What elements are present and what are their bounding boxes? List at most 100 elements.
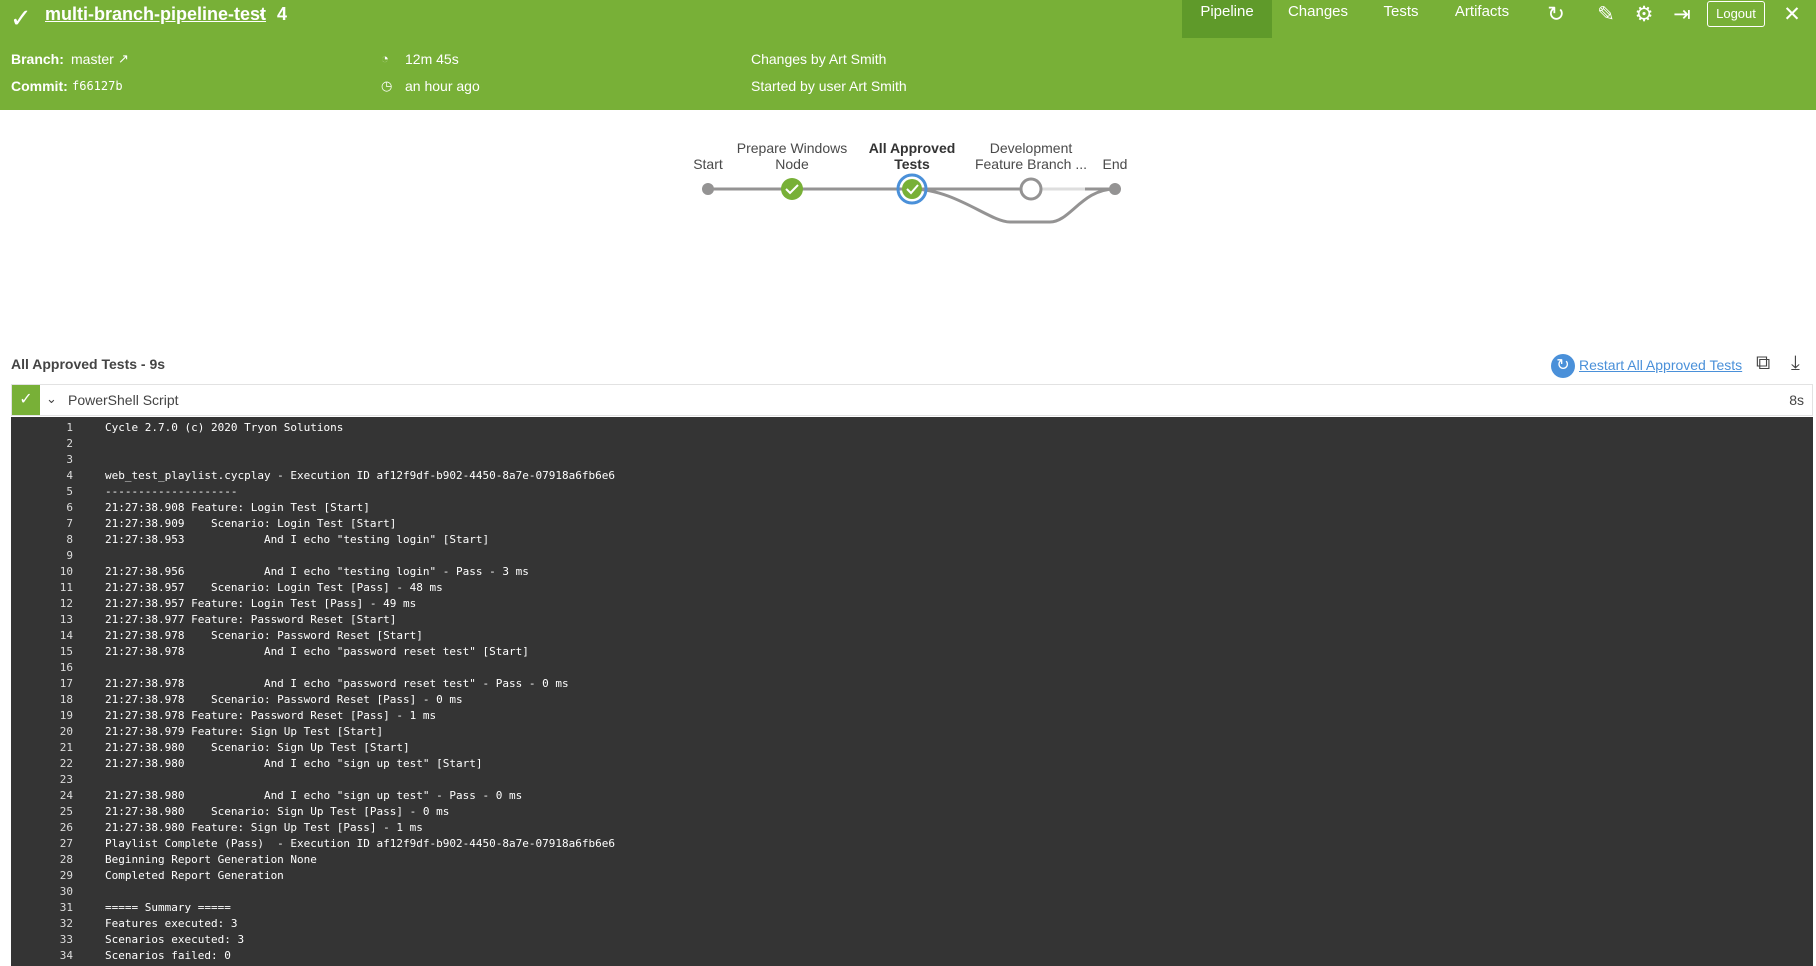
branch-value: master — [71, 51, 114, 67]
log-line-number[interactable]: 18 — [11, 692, 73, 708]
step-name: PowerShell Script — [68, 392, 179, 408]
stage-label-start[interactable]: Start — [683, 156, 733, 172]
run-number: 4 — [277, 4, 288, 24]
log-line: 11 21:27:38.957 Scenario: Login Test [Pas… — [11, 580, 1813, 596]
log-line-number[interactable]: 17 — [11, 676, 73, 692]
stage-label-development-feature-branch[interactable]: Development Feature Branch ... — [971, 140, 1091, 172]
edit-pencil-icon[interactable]: ✎ — [1591, 1, 1621, 29]
log-line-text: 21:27:38.980 Feature: Sign Up Test [Pass… — [105, 821, 423, 834]
log-line-number[interactable]: 26 — [11, 820, 73, 836]
log-line-number[interactable]: 20 — [11, 724, 73, 740]
branch-connector-line — [911, 187, 1116, 224]
tab-artifacts[interactable]: Artifacts — [1452, 0, 1512, 38]
log-line-number[interactable]: 15 — [11, 644, 73, 660]
log-line-number[interactable]: 25 — [11, 804, 73, 820]
stage-detail-title: All Approved Tests - 9s — [11, 356, 166, 372]
close-icon[interactable]: ✕ — [1777, 1, 1807, 29]
log-line-number[interactable]: 34 — [11, 948, 73, 964]
log-line: 29 Completed Report Generation — [11, 868, 1813, 884]
log-line: 17 21:27:38.978 And I echo "password rese… — [11, 676, 1813, 692]
log-line-number[interactable]: 13 — [11, 612, 73, 628]
log-line-text: 21:27:38.978 Feature: Password Reset [Pa… — [105, 709, 437, 722]
log-line: 19 21:27:38.978 Feature: Password Reset [… — [11, 708, 1813, 724]
tab-tests[interactable]: Tests — [1380, 0, 1422, 38]
log-line-number[interactable]: 10 — [11, 564, 73, 580]
log-line: 7 21:27:38.909 Scenario: Login Test [Star… — [11, 516, 1813, 532]
console-log[interactable]: 1 Cycle 2.7.0 (c) 2020 Tryon Solutions 2 3 4… — [11, 417, 1813, 966]
stage-label-end[interactable]: End — [1095, 156, 1135, 172]
exit-icon[interactable]: ⇥ — [1667, 1, 1697, 29]
download-icon[interactable]: ⤓ — [1791, 352, 1800, 375]
log-line-number[interactable]: 32 — [11, 916, 73, 932]
log-line-number[interactable]: 7 — [11, 516, 73, 532]
log-line-number[interactable]: 33 — [11, 932, 73, 948]
log-line-number[interactable]: 22 — [11, 756, 73, 772]
log-line-text: 21:27:38.953 And I echo "testing login" … — [105, 533, 490, 546]
log-line-number[interactable]: 29 — [11, 868, 73, 884]
stage-label-all-approved-tests[interactable]: All Approved Tests — [862, 140, 962, 172]
success-check-icon: ✓ — [10, 3, 32, 33]
log-line-number[interactable]: 24 — [11, 788, 73, 804]
log-line-number[interactable]: 21 — [11, 740, 73, 756]
pipeline-title-link[interactable]: multi-branch-pipeline-test — [45, 4, 266, 24]
log-line-number[interactable]: 31 — [11, 900, 73, 916]
log-line: 1 Cycle 2.7.0 (c) 2020 Tryon Solutions — [11, 420, 1813, 436]
chevron-down-icon[interactable]: ⌄ — [46, 391, 57, 407]
log-line: 26 21:27:38.980 Feature: Sign Up Test [Pa… — [11, 820, 1813, 836]
log-line-text: 21:27:38.978 Scenario: Password Reset [P… — [105, 693, 463, 706]
log-line-text: Cycle 2.7.0 (c) 2020 Tryon Solutions — [105, 421, 344, 434]
stage-node-all-approved-tests — [902, 179, 922, 199]
log-line: 9 — [11, 548, 1813, 564]
stage-label-prepare-windows[interactable]: Prepare Windows Node — [730, 140, 854, 172]
duration-icon: ◔ — [381, 51, 389, 66]
log-line-text: 21:27:38.978 Scenario: Password Reset [S… — [105, 629, 423, 642]
step-row[interactable]: ✓ ⌄ PowerShell Script 8s — [11, 384, 1813, 416]
tab-pipeline[interactable]: Pipeline — [1182, 0, 1272, 38]
log-line-text: 21:27:38.978 And I echo "password reset … — [105, 677, 569, 690]
log-line-text: Beginning Report Generation None — [105, 853, 317, 866]
log-line-text: Completed Report Generation — [105, 869, 284, 882]
stage-node-development-feature-branch — [1019, 177, 1043, 201]
log-line-number[interactable]: 3 — [11, 452, 73, 468]
log-line-number[interactable]: 1 — [11, 420, 73, 436]
log-line: 10 21:27:38.956 And I echo "testing login… — [11, 564, 1813, 580]
logout-button[interactable]: Logout — [1707, 1, 1765, 27]
external-link-icon[interactable]: ↗ — [118, 51, 129, 67]
open-external-icon[interactable]: ⧉ — [1756, 352, 1770, 375]
rerun-icon[interactable]: ↻ — [1541, 1, 1571, 29]
log-line-text: 21:27:38.909 Scenario: Login Test [Start… — [105, 517, 397, 530]
log-line-text: 21:27:38.957 Feature: Login Test [Pass] … — [105, 597, 417, 610]
restart-icon: ↻ — [1551, 354, 1575, 378]
log-line-number[interactable]: 2 — [11, 436, 73, 452]
log-line-number[interactable]: 12 — [11, 596, 73, 612]
log-line-number[interactable]: 27 — [11, 836, 73, 852]
log-line-number[interactable]: 28 — [11, 852, 73, 868]
log-line: 3 — [11, 452, 1813, 468]
log-line-number[interactable]: 30 — [11, 884, 73, 900]
log-line: 15 21:27:38.978 And I echo "password rese… — [11, 644, 1813, 660]
chevron-left-icon[interactable]: ‹ — [259, 3, 266, 25]
run-info-bar: Branch: master ↗ Commit: f66127b ◔ 12m 4… — [0, 38, 1816, 110]
log-line-number[interactable]: 16 — [11, 660, 73, 676]
log-line: 2 — [11, 436, 1813, 452]
log-line-number[interactable]: 14 — [11, 628, 73, 644]
log-line-number[interactable]: 11 — [11, 580, 73, 596]
log-line-text: 21:27:38.957 Scenario: Login Test [Pass]… — [105, 581, 443, 594]
log-line-number[interactable]: 6 — [11, 500, 73, 516]
start-node — [702, 183, 714, 195]
log-line: 23 — [11, 772, 1813, 788]
top-bar: ✓ multi-branch-pipeline-test ‹ 4 Pipelin… — [0, 0, 1816, 38]
log-line: 8 21:27:38.953 And I echo "testing login"… — [11, 532, 1813, 548]
log-line-number[interactable]: 5 — [11, 484, 73, 500]
log-line-number[interactable]: 19 — [11, 708, 73, 724]
log-line-number[interactable]: 23 — [11, 772, 73, 788]
tab-changes[interactable]: Changes — [1287, 0, 1349, 38]
log-line-number[interactable]: 8 — [11, 532, 73, 548]
commit-value: f66127b — [72, 79, 123, 93]
log-line: 5 -------------------- — [11, 484, 1813, 500]
log-line-number[interactable]: 4 — [11, 468, 73, 484]
log-line-number[interactable]: 9 — [11, 548, 73, 564]
log-line-text: 21:27:38.980 Scenario: Sign Up Test [Pas… — [105, 805, 450, 818]
gear-icon[interactable]: ⚙ — [1629, 1, 1659, 29]
log-line-text: 21:27:38.956 And I echo "testing login" … — [105, 565, 529, 578]
